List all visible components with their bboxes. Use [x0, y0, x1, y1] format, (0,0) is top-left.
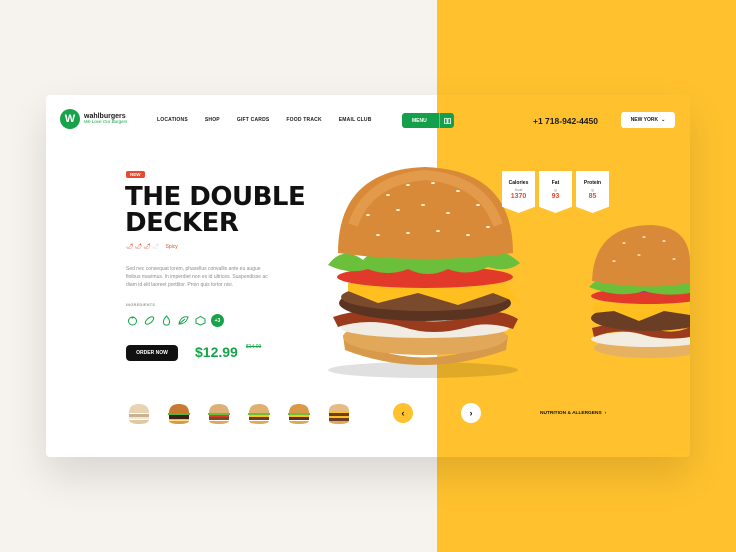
burger-thumbnail[interactable] — [246, 401, 272, 427]
burger-thumbnail[interactable] — [326, 401, 352, 427]
logo-w-icon: W — [60, 109, 80, 129]
next-button[interactable]: › — [461, 403, 481, 423]
burger-thumbnail[interactable] — [166, 401, 192, 427]
nutrition-allergens-label: NUTRITION & ALLERGENS — [540, 411, 602, 416]
more-ingredients-button[interactable]: +3 — [211, 314, 224, 327]
tomato-icon[interactable] — [126, 315, 138, 327]
stat-label: Protein — [583, 180, 602, 186]
stat-value: 85 — [588, 193, 597, 200]
stat-fat: Fat g 93 — [539, 171, 572, 213]
menu-button-label: MENU — [412, 117, 427, 124]
previous-button[interactable]: ‹ — [393, 403, 413, 423]
nav-item-email-club[interactable]: EMAIL CLUB — [339, 117, 372, 123]
cheese-icon[interactable] — [194, 315, 206, 327]
city-select-value: NEW YORK — [630, 117, 659, 123]
new-badge: NEW — [126, 171, 145, 178]
chili-pepper-icon: 🌶 — [143, 244, 151, 250]
nav-item-food-track[interactable]: FOOD TRACK — [286, 117, 321, 123]
main-nav: LOCATIONS SHOP GIFT CARDS FOOD TRACK EMA… — [157, 117, 372, 123]
burger-thumbnail[interactable] — [206, 401, 232, 427]
stat-label: Fat — [551, 180, 560, 186]
onion-icon[interactable] — [160, 315, 172, 327]
chevron-down-icon: ⌄ — [661, 117, 666, 123]
brand-tagline: We Love Our Burgers — [84, 119, 128, 125]
chili-pepper-icon: 🌶 — [126, 244, 134, 250]
product-title: THE DOUBLE DECKER — [125, 182, 306, 238]
stat-label: Calories — [508, 180, 529, 186]
stat-calories: Calories Kcal 1370 — [502, 171, 535, 213]
stat-unit: g — [554, 187, 557, 192]
ingredients-label: INGREDIENTS — [126, 303, 156, 307]
chili-pepper-icon: 🌶 — [151, 244, 160, 250]
product-old-price: $14.99 — [246, 344, 262, 350]
chevron-right-icon: › — [469, 408, 473, 418]
spicy-label: Spicy — [165, 243, 178, 250]
pickle-icon[interactable] — [143, 315, 155, 327]
stat-unit: Kcal — [514, 187, 523, 192]
product-description: Sed nec consequat lorem, phasellus conva… — [126, 266, 268, 288]
burger-thumbnail[interactable] — [286, 401, 312, 427]
nutrition-stats: Calories Kcal 1370 Fat g 93 Protein g 85 — [502, 171, 609, 213]
stat-value: 93 — [551, 193, 560, 200]
stat-value: 1370 — [510, 193, 527, 200]
phone-number[interactable]: +1 718-942-4450 — [533, 116, 598, 126]
stat-protein: Protein g 85 — [576, 171, 609, 213]
nav-item-shop[interactable]: SHOP — [205, 117, 220, 123]
nutrition-allergens-link[interactable]: NUTRITION & ALLERGENS › — [540, 411, 606, 416]
nav-item-gift-cards[interactable]: GIFT CARDS — [237, 117, 270, 123]
order-now-button[interactable]: ORDER NOW — [126, 345, 178, 361]
stat-unit: g — [591, 187, 594, 192]
book-icon — [439, 113, 454, 128]
city-select[interactable]: NEW YORK ⌄ — [621, 112, 675, 128]
chevron-right-icon: › — [604, 411, 607, 416]
burger-thumbnail[interactable] — [126, 401, 152, 427]
spicy-rating: 🌶 🌶 🌶 🌶 Spicy — [126, 243, 178, 251]
lettuce-icon[interactable] — [177, 315, 189, 327]
ingredients-list: +3 — [126, 314, 224, 327]
next-burger-preview-image — [584, 223, 707, 368]
menu-button[interactable]: MENU — [402, 113, 454, 128]
chevron-left-icon: ‹ — [401, 408, 405, 418]
chili-pepper-icon: 🌶 — [134, 244, 143, 250]
card-content: W wahlburgers We Love Our Burgers LOCATI… — [46, 95, 707, 457]
nav-item-locations[interactable]: LOCATIONS — [157, 117, 188, 123]
product-price: $12.99 — [195, 344, 238, 360]
burger-thumbnails — [126, 401, 352, 427]
brand-logo[interactable]: W wahlburgers We Love Our Burgers — [60, 109, 127, 129]
